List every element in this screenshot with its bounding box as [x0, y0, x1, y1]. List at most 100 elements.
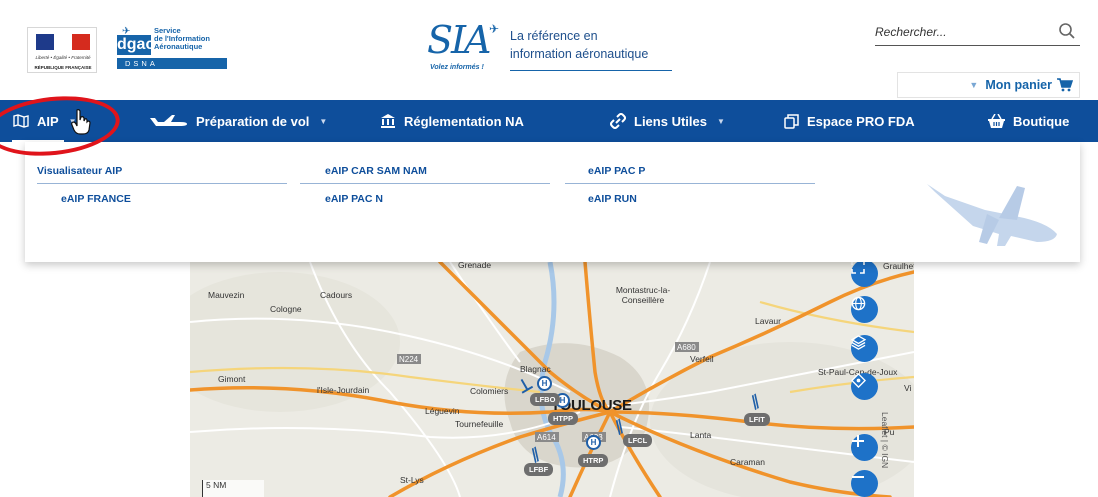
dgac-logo[interactable]: ✈ dgac Service de l'Information Aéronaut…	[117, 26, 237, 76]
menu-item-visualisateur-aip[interactable]: Visualisateur AIP	[37, 165, 122, 177]
zoom-in-icon	[852, 435, 864, 447]
sia-divider	[510, 70, 672, 71]
copy-icon	[784, 113, 799, 129]
republique-name: RÉPUBLIQUE FRANÇAISE	[34, 65, 92, 70]
locate-icon	[851, 373, 866, 388]
search-box	[875, 20, 1080, 46]
road-label-a614: A614	[537, 433, 556, 442]
town-gimont: Gimont	[218, 374, 246, 384]
header: Liberté • Égalité • Fraternité RÉPUBLIQU…	[0, 0, 1098, 100]
locate-button[interactable]	[851, 373, 878, 400]
chevron-down-icon: ▼	[319, 116, 328, 126]
airport-label-lfbo[interactable]: LFBO	[530, 393, 561, 406]
nav-label-reglementation: Réglementation NA	[404, 113, 524, 129]
zoom-out-button[interactable]	[851, 470, 878, 497]
dgac-line-3: Aéronautique	[154, 42, 203, 51]
cart-label: Mon panier	[985, 78, 1052, 92]
airport-label-htrp[interactable]: HTRP	[578, 454, 609, 467]
airplane-icon	[150, 115, 187, 126]
zoom-out-icon	[852, 476, 864, 478]
cart-icon	[1057, 78, 1073, 92]
road-label-a680: A680	[677, 343, 696, 352]
town-st-lys: St-Lys	[400, 475, 424, 485]
sia-subline: Volez informés !	[430, 64, 484, 71]
fullscreen-icon	[851, 262, 865, 274]
scale-label: 5 NM	[206, 480, 227, 490]
airport-label-htpp[interactable]: HTPP	[548, 412, 579, 425]
town-cadours: Cadours	[320, 290, 353, 300]
nav-item-reglementation[interactable]: Réglementation NA	[380, 100, 524, 142]
dgac-wordmark: dgac	[117, 35, 155, 55]
nav-item-boutique[interactable]: Boutique	[988, 100, 1069, 142]
cart-button[interactable]: ▼ Mon panier	[897, 72, 1080, 98]
town-montastruc: Montastruc-la-Conseillère	[615, 285, 671, 305]
republique-francaise-logo[interactable]: Liberté • Égalité • Fraternité RÉPUBLIQU…	[27, 27, 97, 73]
menu-item-eaip-france[interactable]: eAIP FRANCE	[61, 193, 131, 205]
town-lavaur: Lavaur	[755, 316, 781, 326]
helipad-marker[interactable]: H	[586, 435, 601, 450]
institution-icon	[381, 114, 395, 128]
map-scale: 5 NM	[202, 480, 264, 497]
main-navigation: AIP ▼ Préparation de vol ▼ Réglementatio…	[0, 100, 1098, 142]
road-label-n224: N224	[399, 355, 419, 364]
globe-button[interactable]	[851, 296, 878, 323]
sia-logo[interactable]: SIA ✈ La référence en information aérona…	[427, 18, 677, 78]
search-input[interactable]	[875, 20, 1045, 44]
nav-item-espace-pro[interactable]: Espace PRO FDA	[784, 100, 915, 142]
nav-label-espace-pro: Espace PRO FDA	[807, 113, 915, 129]
dgac-service-text: Service de l'Information Aéronautique	[154, 27, 210, 51]
left-margin	[0, 262, 190, 497]
map[interactable]: N224 A680 A623 A614 Grenade Mauvezin Cad…	[190, 262, 914, 497]
town-graulhet: Graulhet	[883, 262, 914, 271]
menu-item-eaip-pac-n[interactable]: eAIP PAC N	[325, 193, 383, 205]
menu-divider	[37, 183, 287, 184]
airport-label-lfit[interactable]: LFIT	[744, 413, 770, 426]
town-tournefeuille: Tournefeuille	[455, 419, 504, 429]
sia-wordmark: SIA	[427, 18, 491, 62]
basket-icon	[988, 114, 1005, 128]
globe-icon	[851, 296, 866, 311]
town-grenade: Grenade	[458, 262, 492, 270]
sia-plane-icon: ✈	[489, 22, 500, 36]
menu-item-eaip-car-sam-nam[interactable]: eAIP CAR SAM NAM	[325, 165, 427, 177]
airport-label-lfcl[interactable]: LFCL	[623, 434, 653, 447]
sia-tagline-2: information aéronautique	[510, 47, 649, 61]
sia-tagline-1: La référence en	[510, 29, 598, 43]
menu-divider	[565, 183, 815, 184]
airport-label-lfbf[interactable]: LFBF	[524, 463, 554, 476]
town-colomiers: Colomiers	[470, 386, 509, 396]
zoom-in-button[interactable]	[851, 434, 878, 461]
map-attribution[interactable]: Leaflet | © IGN	[880, 412, 890, 468]
town-mauvezin: Mauvezin	[208, 290, 245, 300]
helipad-marker[interactable]: H	[537, 376, 552, 391]
nav-item-liens-utiles[interactable]: Liens Utiles ▼	[610, 100, 725, 142]
town-cologne: Cologne	[270, 304, 302, 314]
town-isle-jourdain: l'Isle-Jourdain	[317, 385, 370, 395]
menu-divider	[300, 183, 550, 184]
nav-item-preparation-vol[interactable]: Préparation de vol ▼	[150, 100, 327, 142]
dsna-label: DSNA	[117, 58, 227, 69]
nav-label-preparation-vol: Préparation de vol	[196, 113, 310, 129]
town-leguevin: Léguevin	[425, 406, 460, 416]
right-margin	[914, 262, 1098, 497]
menu-item-eaip-pac-p[interactable]: eAIP PAC P	[588, 165, 645, 177]
town-caraman: Caraman	[730, 457, 765, 467]
aip-dropdown-menu: Visualisateur AIP eAIP FRANCE eAIP CAR S…	[25, 142, 1080, 262]
chevron-down-icon: ▼	[969, 80, 979, 90]
link-icon	[610, 113, 626, 129]
town-lanta: Lanta	[690, 430, 712, 440]
marianne-flag-icon	[36, 34, 90, 50]
republique-motto: Liberté • Égalité • Fraternité	[35, 55, 91, 60]
chevron-down-icon: ▼	[716, 116, 725, 126]
nav-label-boutique: Boutique	[1013, 113, 1070, 129]
hand-cursor-icon	[71, 109, 91, 135]
nav-label-liens-utiles: Liens Utiles	[634, 113, 707, 129]
airplane-illustration-icon	[927, 184, 1057, 246]
town-vi: Vi	[904, 383, 912, 393]
town-verfeil: Verfeil	[690, 354, 714, 364]
layers-button[interactable]	[851, 335, 878, 362]
page: N224 A680 A623 A614 Grenade Mauvezin Cad…	[0, 0, 1098, 497]
map-background: N224 A680 A623 A614	[190, 262, 914, 497]
menu-item-eaip-run[interactable]: eAIP RUN	[588, 193, 637, 205]
search-icon[interactable]	[1058, 22, 1076, 40]
